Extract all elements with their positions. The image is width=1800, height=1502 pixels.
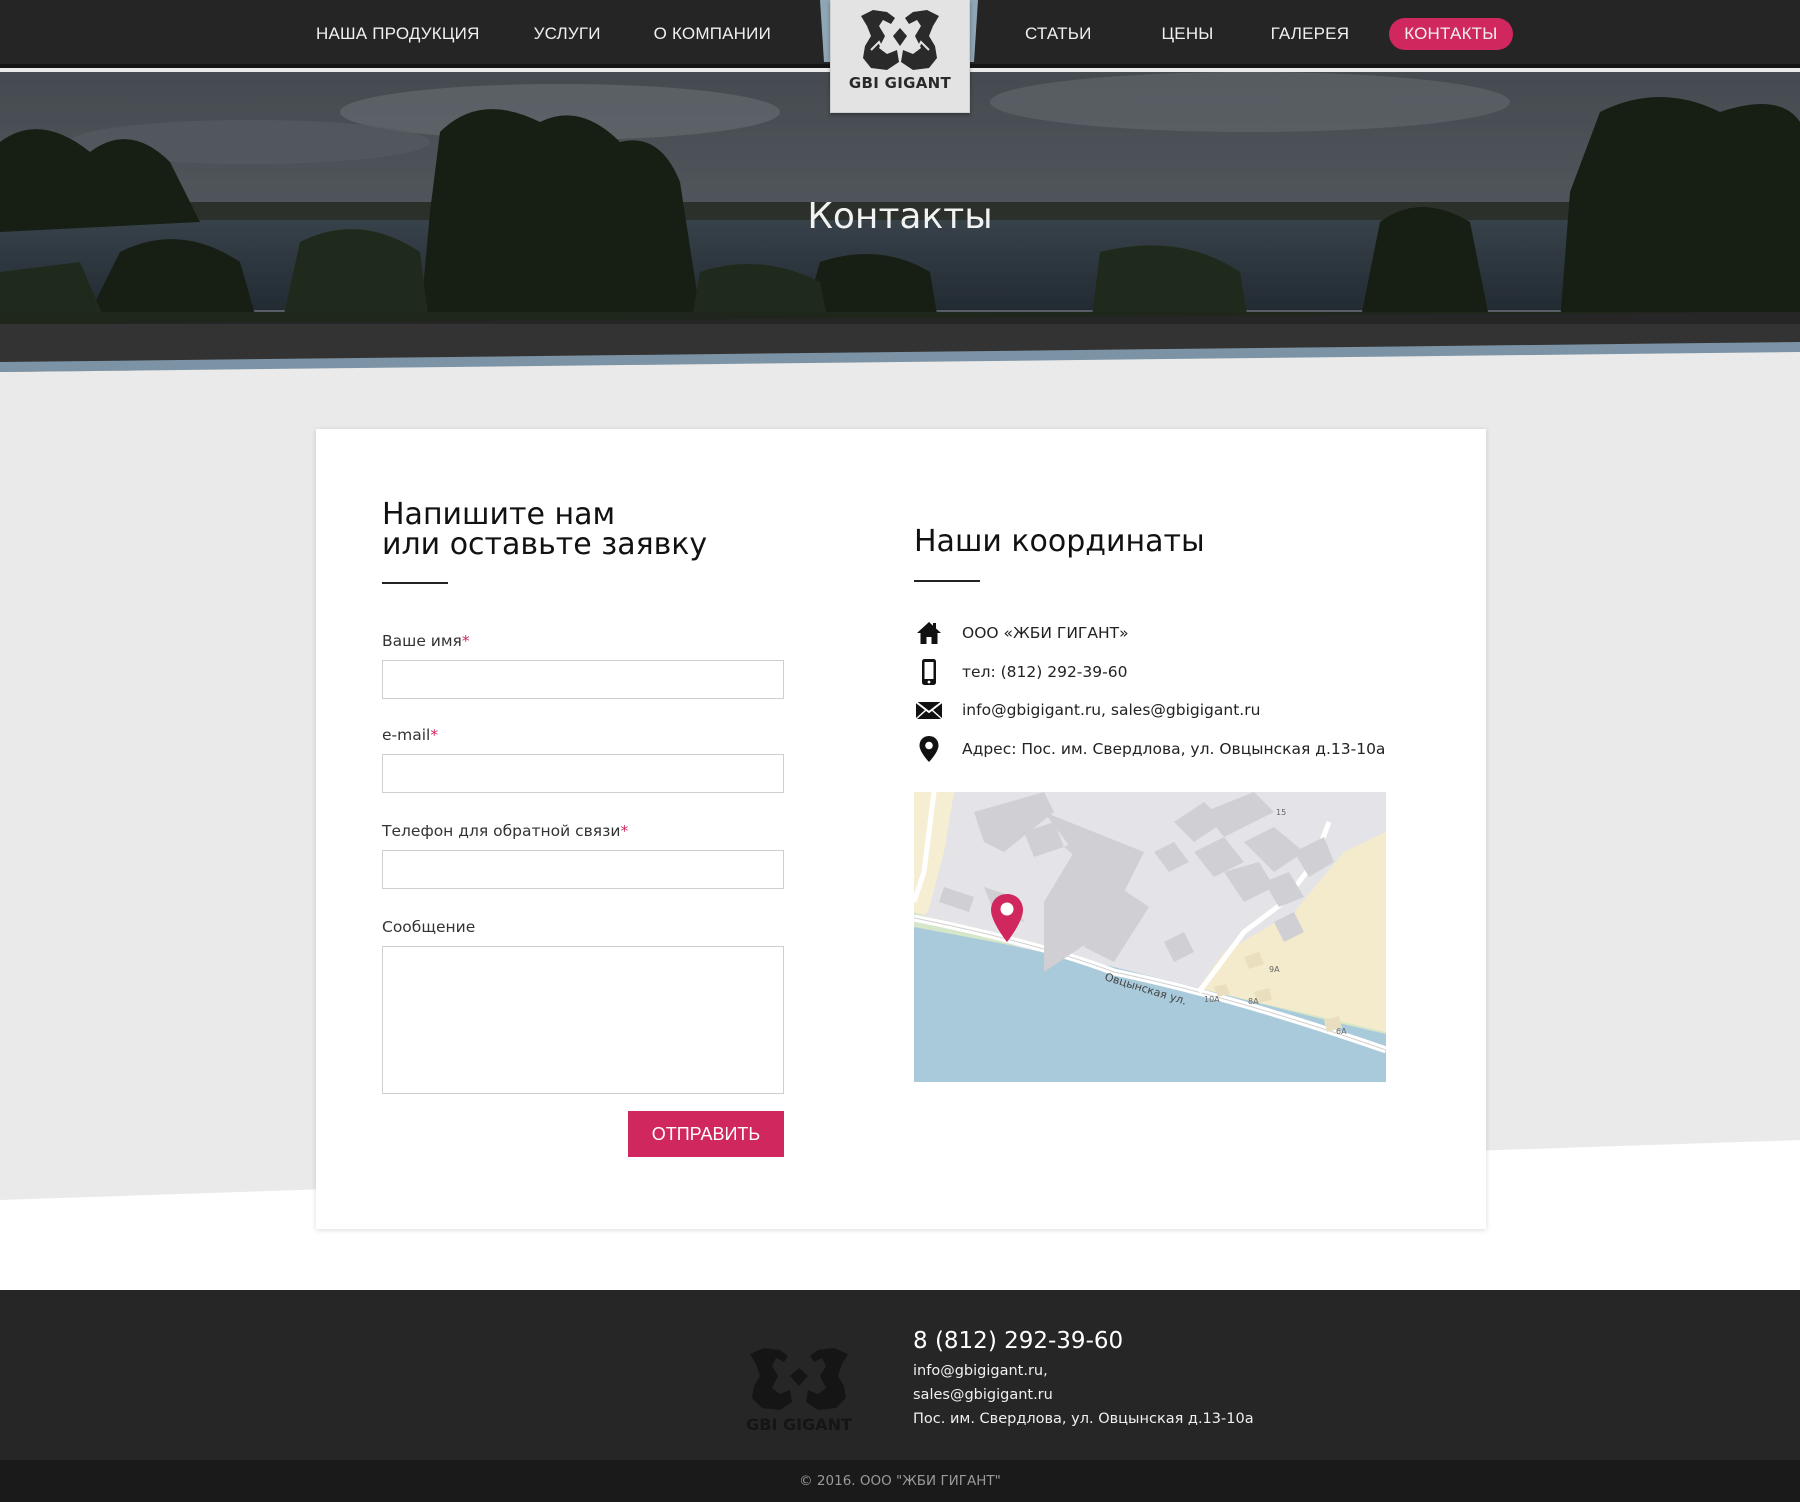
footer-logo[interactable]: GBI GIGANT (742, 1342, 856, 1434)
name-label: Ваше имя* (382, 632, 470, 650)
logo-box: GBI GIGANT (830, 0, 970, 113)
nav-item-articles[interactable]: СТАТЬИ (1025, 24, 1092, 44)
email-addresses[interactable]: info@gbigigant.ru, sales@gbigigant.ru (962, 701, 1260, 719)
logo-text: GBI GIGANT (848, 74, 952, 92)
svg-text:8А: 8А (1248, 997, 1259, 1006)
location-map[interactable]: Овцынская ул. 15 9А 10А 8А 6А (914, 792, 1386, 1082)
map-pin-icon (914, 734, 944, 764)
form-title: Напишите нам или оставьте заявку (382, 500, 784, 560)
home-icon (914, 618, 944, 648)
copyright: © 2016. ООО "ЖБИ ГИГАНТ" (799, 1473, 1001, 1489)
footer-strongman-arms-icon: GBI GIGANT (746, 1348, 852, 1434)
footer-address: Пос. им. Свердлова, ул. Овцынская д.13-1… (913, 1411, 1254, 1427)
phone-item: тел: (812) 292-39-60 (914, 657, 1127, 687)
svg-text:6А: 6А (1336, 1027, 1347, 1036)
footer-phone[interactable]: 8 (812) 292-39-60 (913, 1328, 1123, 1354)
contact-form: Напишите нам или оставьте заявку Ваше им… (382, 500, 784, 1094)
footer-email-1[interactable]: info@gbigigant.ru, (913, 1363, 1048, 1379)
coordinates-title-underline (914, 580, 980, 582)
strongman-arms-icon (861, 10, 939, 70)
company-item: ООО «ЖБИ ГИГАНТ» (914, 618, 1129, 648)
phone-input[interactable] (382, 850, 784, 889)
message-textarea[interactable] (382, 946, 784, 1094)
map-graphic: Овцынская ул. 15 9А 10А 8А 6А (914, 792, 1386, 1082)
svg-text:10А: 10А (1204, 995, 1220, 1004)
site-logo[interactable]: GBI GIGANT (820, 0, 978, 113)
email-label: e-mail* (382, 726, 439, 744)
map-location-marker-icon[interactable] (989, 892, 1025, 944)
footer-logo-text: GBI GIGANT (746, 1415, 852, 1434)
nav-left: НАША ПРОДУКЦИЯ УСЛУГИ О КОМПАНИИ (316, 0, 825, 68)
mobile-phone-icon (914, 657, 944, 687)
message-label: Сообщение (382, 918, 476, 936)
nav-item-contacts[interactable]: КОНТАКТЫ (1389, 18, 1513, 50)
address-item: Адрес: Пос. им. Свердлова, ул. Овцынская… (914, 734, 1385, 764)
form-title-underline (382, 582, 448, 584)
svg-text:15: 15 (1276, 808, 1286, 817)
address: Адрес: Пос. им. Свердлова, ул. Овцынская… (962, 740, 1386, 758)
footer-bottom-bar: © 2016. ООО "ЖБИ ГИГАНТ" (0, 1460, 1800, 1502)
footer (0, 1290, 1800, 1460)
company-name: ООО «ЖБИ ГИГАНТ» (962, 624, 1129, 642)
form-title-line2: или оставьте заявку (382, 527, 708, 562)
nav-item-prices[interactable]: ЦЕНЫ (1162, 24, 1214, 44)
nav-right: СТАТЬИ ЦЕНЫ ГАЛЕРЕЯ КОНТАКТЫ (1010, 0, 1513, 68)
envelope-icon (914, 695, 944, 725)
phone-number[interactable]: тел: (812) 292-39-60 (962, 663, 1127, 681)
footer-email-2[interactable]: sales@gbigigant.ru (913, 1387, 1053, 1403)
hero-banner: Контакты (0, 72, 1800, 384)
name-input[interactable] (382, 660, 784, 699)
contact-details: Наши координаты ООО «ЖБИ ГИГАНТ» тел: (8… (914, 520, 1386, 762)
email-input[interactable] (382, 754, 784, 793)
email-item: info@gbigigant.ru, sales@gbigigant.ru (914, 695, 1260, 725)
nav-item-about[interactable]: О КОМПАНИИ (654, 24, 771, 44)
nav-item-services[interactable]: УСЛУГИ (534, 24, 601, 44)
coordinates-title: Наши координаты (914, 524, 1205, 559)
submit-button[interactable]: ОТПРАВИТЬ (628, 1111, 784, 1157)
page-title: Контакты (807, 196, 993, 237)
svg-text:9А: 9А (1269, 965, 1280, 974)
phone-label: Телефон для обратной связи* (382, 822, 629, 840)
nav-item-gallery[interactable]: ГАЛЕРЕЯ (1271, 24, 1350, 44)
nav-item-products[interactable]: НАША ПРОДУКЦИЯ (316, 24, 480, 44)
